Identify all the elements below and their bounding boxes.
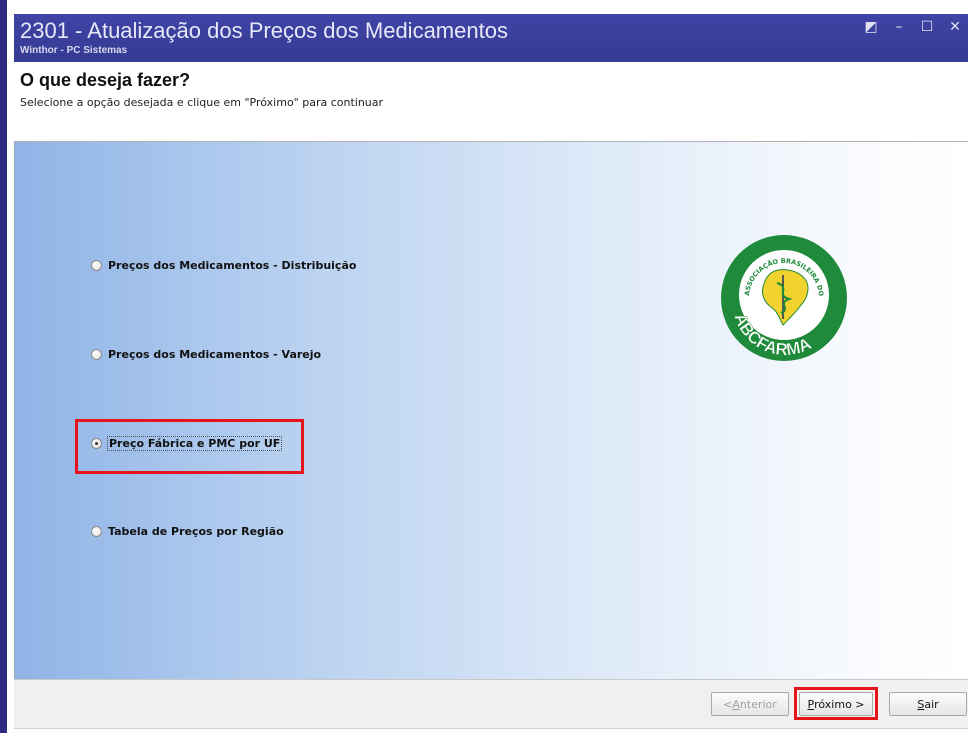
option-label: Tabela de Preços por Região (108, 525, 284, 538)
next-button-highlight (794, 687, 878, 720)
exit-accel: S (917, 697, 925, 711)
abcfarma-logo: ASSOCIAÇÃO BRASILEIRA DO COMÉRCIO FARMAC… (719, 233, 847, 361)
radio-button[interactable] (91, 349, 102, 360)
title-bar[interactable]: 2301 - Atualização dos Preços dos Medica… (14, 14, 968, 62)
option-varejo[interactable]: Preços dos Medicamentos - Varejo (91, 348, 321, 361)
wizard-header: O que deseja fazer? Selecione a opção de… (14, 62, 968, 142)
previous-rest: nterior (739, 697, 777, 711)
selection-highlight (75, 419, 304, 474)
minimize-icon[interactable]: – (890, 20, 908, 34)
maximize-icon[interactable]: ☐ (918, 20, 936, 34)
exit-rest: air (924, 697, 939, 711)
radio-button[interactable] (91, 526, 102, 537)
radio-button[interactable] (91, 260, 102, 271)
previous-accel: A (732, 697, 740, 711)
status-strip (14, 728, 968, 734)
window-subtitle: Winthor - PC Sistemas (20, 45, 128, 56)
option-tabela-regiao[interactable]: Tabela de Preços por Região (91, 525, 284, 538)
restore-icon[interactable]: ◩ (862, 20, 880, 34)
option-label: Preços dos Medicamentos - Varejo (108, 348, 322, 361)
options-panel (14, 142, 968, 679)
exit-button[interactable]: Sair (889, 692, 967, 716)
option-label: Preços dos Medicamentos - Distribuição (108, 259, 357, 272)
window-title: 2301 - Atualização dos Preços dos Medica… (20, 18, 508, 43)
previous-prefix: < (723, 697, 733, 711)
main-window: 2301 - Atualização dos Preços dos Medica… (0, 0, 968, 734)
close-icon[interactable]: ✕ (946, 20, 964, 34)
page-title: O que deseja fazer? (20, 70, 191, 90)
page-instruction: Selecione a opção desejada e clique em "… (20, 96, 384, 109)
previous-button[interactable]: < Anterior (711, 692, 789, 716)
option-distribuicao[interactable]: Preços dos Medicamentos - Distribuição (91, 259, 356, 272)
